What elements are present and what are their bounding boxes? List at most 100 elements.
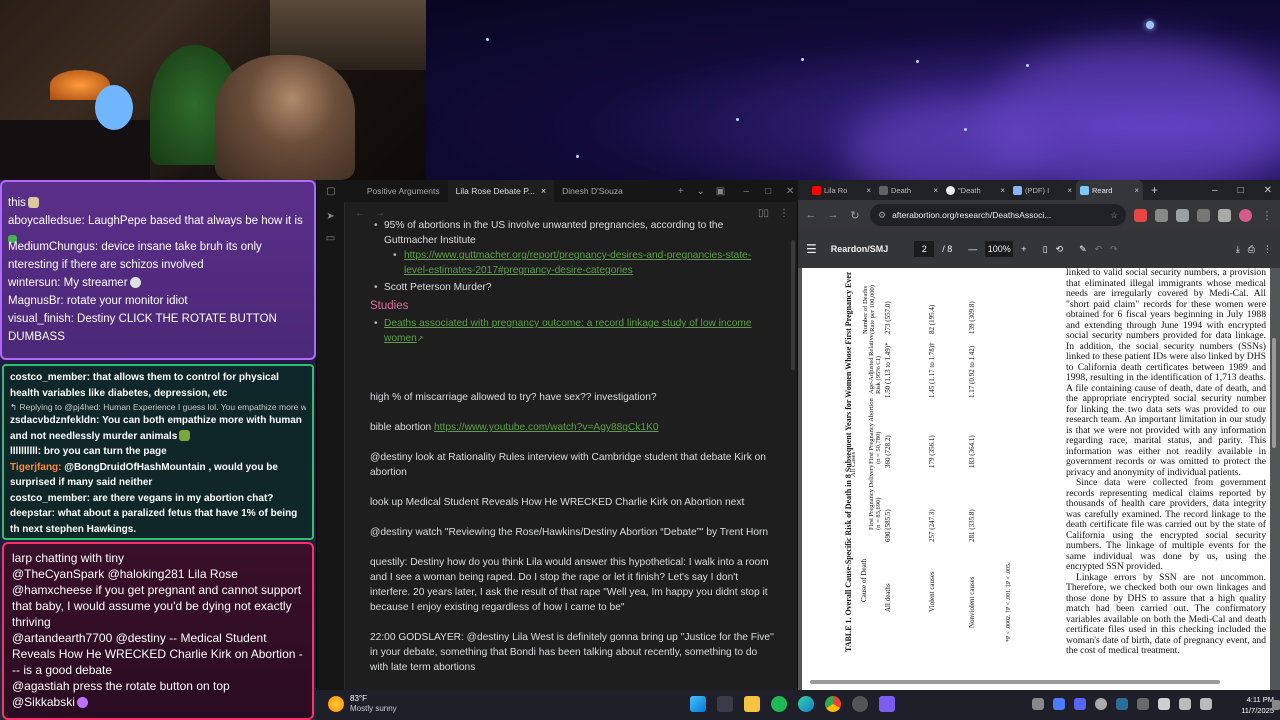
new-tab-icon[interactable]: + — [673, 183, 689, 199]
reading-view-icon[interactable]: ▯▯ — [758, 208, 769, 219]
chat-message: @hamxcheese if you get pregnant and cann… — [12, 583, 302, 629]
sidebar-right-icon[interactable]: ▣ — [713, 183, 729, 199]
task-view-icon[interactable] — [717, 696, 733, 712]
chrome-icon[interactable] — [825, 696, 841, 712]
chat-feed-bottom[interactable]: larp chatting with tiny @TheCyanSpark @h… — [2, 542, 314, 720]
extension-icon[interactable] — [1155, 208, 1168, 222]
emote-icon — [76, 697, 88, 709]
pdf-paragraph: Linkage errors by SSN are not uncommon. … — [1066, 571, 1266, 656]
notification-icon[interactable] — [1272, 700, 1280, 710]
external-link[interactable]: https://www.guttmacher.org/report/pregna… — [404, 250, 751, 276]
browser-tab[interactable]: (PDF) I × — [1009, 180, 1076, 200]
more-options-icon[interactable]: ⋮ — [1263, 244, 1272, 255]
browser-tab[interactable]: Lila Ro × — [808, 180, 875, 200]
note-paragraph: @destiny watch "Reviewing the Rose/Hawki… — [370, 527, 769, 538]
extensions-puzzle-icon[interactable] — [1197, 208, 1210, 222]
menu-icon[interactable]: ☰ — [806, 242, 817, 256]
tab-positive-arguments[interactable]: Positive Arguments — [359, 180, 448, 202]
study-link[interactable]: Deaths associated with pregnancy outcome… — [384, 318, 752, 344]
table-cell: 1.50 (1.13 to 1.49)* — [884, 342, 892, 398]
browser-tab-active[interactable]: Reard × — [1076, 180, 1143, 200]
tab-dinesh-dsouza[interactable]: Dinesh D'Souza — [554, 180, 631, 202]
close-icon[interactable]: × — [933, 186, 938, 195]
zoom-in-icon[interactable]: + — [1021, 244, 1026, 254]
obsidian-tab-bar: ▢ Positive Arguments Lila Rose Debate P.… — [317, 180, 798, 202]
canvas-icon[interactable]: ▭ — [323, 230, 339, 246]
youtube-link[interactable]: https://www.youtube.com/watch?v=Agy88gCk… — [434, 422, 659, 433]
tray-icon[interactable] — [1032, 698, 1044, 710]
file-explorer-icon[interactable] — [744, 696, 760, 712]
page-number-input[interactable]: 2 — [914, 241, 935, 257]
steam-icon[interactable] — [1116, 698, 1128, 710]
cast-icon[interactable] — [1218, 208, 1231, 222]
windows-start-icon[interactable] — [690, 696, 706, 712]
obsidian-icon[interactable] — [879, 696, 895, 712]
chat-feed-top[interactable]: this aboycalledsue: LaughPepe based that… — [0, 180, 316, 360]
maximize-icon[interactable]: □ — [760, 183, 776, 199]
pdf-viewer[interactable]: TABLE 1. Overall Cause-Specific Risk of … — [798, 268, 1280, 690]
redo-icon[interactable]: ↷ — [1110, 244, 1118, 255]
discord-icon[interactable] — [1074, 698, 1086, 710]
forward-arrow-icon[interactable]: → — [375, 208, 385, 219]
rotate-icon[interactable]: ⟲ — [1056, 244, 1064, 255]
tab-lila-rose-debate[interactable]: Lila Rose Debate P... × — [447, 180, 555, 202]
volume-icon[interactable] — [1200, 698, 1212, 710]
close-icon[interactable]: × — [1134, 186, 1139, 195]
close-icon[interactable]: × — [1067, 186, 1072, 195]
horizontal-scrollbar[interactable] — [810, 680, 1220, 684]
table-cell: 139 (309.8) — [968, 301, 976, 334]
draw-icon[interactable]: ✎ — [1079, 244, 1087, 255]
zoom-input[interactable]: 100% — [985, 241, 1014, 257]
tray-icon[interactable] — [1137, 698, 1149, 710]
undo-icon[interactable]: ↶ — [1095, 244, 1103, 255]
minimize-icon[interactable]: – — [738, 183, 754, 199]
browser-tab[interactable]: "Death × — [942, 180, 1009, 200]
clock[interactable]: 4:11 PM 11/7/2025 — [1234, 694, 1274, 716]
reload-icon[interactable]: ↻ — [848, 209, 862, 222]
weather-widget[interactable]: 83°F Mostly sunny — [328, 694, 397, 714]
extension-icon[interactable] — [1176, 208, 1189, 222]
forward-arrow-icon[interactable]: → — [826, 209, 840, 221]
close-icon[interactable]: × — [541, 186, 546, 196]
site-info-icon[interactable]: ⚙ — [878, 210, 886, 221]
minimize-icon[interactable]: – — [1212, 185, 1218, 196]
chevron-down-icon[interactable]: ⌄ — [693, 183, 709, 199]
window-close-icon[interactable]: ✕ — [782, 183, 798, 199]
wifi-icon[interactable] — [1179, 698, 1191, 710]
chat-message: llllllllll: bro you can turn the page — [10, 446, 167, 457]
browser-tab[interactable]: Death × — [875, 180, 942, 200]
download-icon[interactable]: ⤓ — [1236, 244, 1240, 255]
note-editor[interactable]: 95% of abortions in the US involve unwan… — [370, 220, 775, 685]
zoom-out-icon[interactable]: — — [968, 244, 977, 254]
fit-page-icon[interactable]: ▯ — [1043, 244, 1048, 255]
chat-message: costco_member: are there vegans in my ab… — [10, 492, 274, 504]
print-icon[interactable]: ⎙ — [1248, 244, 1255, 255]
back-arrow-icon[interactable]: ← — [804, 209, 818, 221]
sidebar-toggle-icon[interactable]: ▢ — [323, 183, 339, 199]
chrome-menu-icon[interactable]: ⋮ — [1260, 209, 1274, 222]
back-arrow-icon[interactable]: ← — [355, 208, 365, 219]
bookmark-star-icon[interactable]: ☆ — [1110, 210, 1118, 221]
maximize-icon[interactable]: □ — [1238, 185, 1244, 196]
chat-message: @agastiah press the rotate button on top — [12, 679, 230, 693]
scrollbar[interactable] — [791, 240, 795, 370]
extension-icon[interactable] — [1134, 208, 1147, 222]
avatar[interactable] — [1239, 208, 1252, 222]
close-icon[interactable]: × — [1000, 186, 1005, 195]
chat-message: @TheCyanSpark @haloking281 Lila Rose — [12, 567, 238, 581]
more-options-icon[interactable]: ⋮ — [779, 208, 789, 219]
tray-icon[interactable] — [1095, 698, 1107, 710]
close-icon[interactable]: × — [866, 186, 871, 195]
obs-icon[interactable] — [852, 696, 868, 712]
chat-feed-middle[interactable]: costco_member: that allows them to contr… — [2, 364, 314, 540]
send-icon[interactable]: ➤ — [323, 208, 339, 224]
spotify-icon[interactable] — [771, 696, 787, 712]
tray-icon[interactable] — [1053, 698, 1065, 710]
new-tab-icon[interactable]: + — [1151, 183, 1158, 197]
window-close-icon[interactable]: ✕ — [1264, 185, 1272, 196]
chat-message: aboycalledsue: LaughPepe based that alwa… — [8, 215, 303, 227]
edge-icon[interactable] — [798, 696, 814, 712]
url-input[interactable]: ⚙ afterabortion.org/research/DeathsAssoc… — [870, 204, 1126, 226]
language-icon[interactable] — [1158, 698, 1170, 710]
vertical-scrollbar[interactable] — [1272, 338, 1276, 448]
